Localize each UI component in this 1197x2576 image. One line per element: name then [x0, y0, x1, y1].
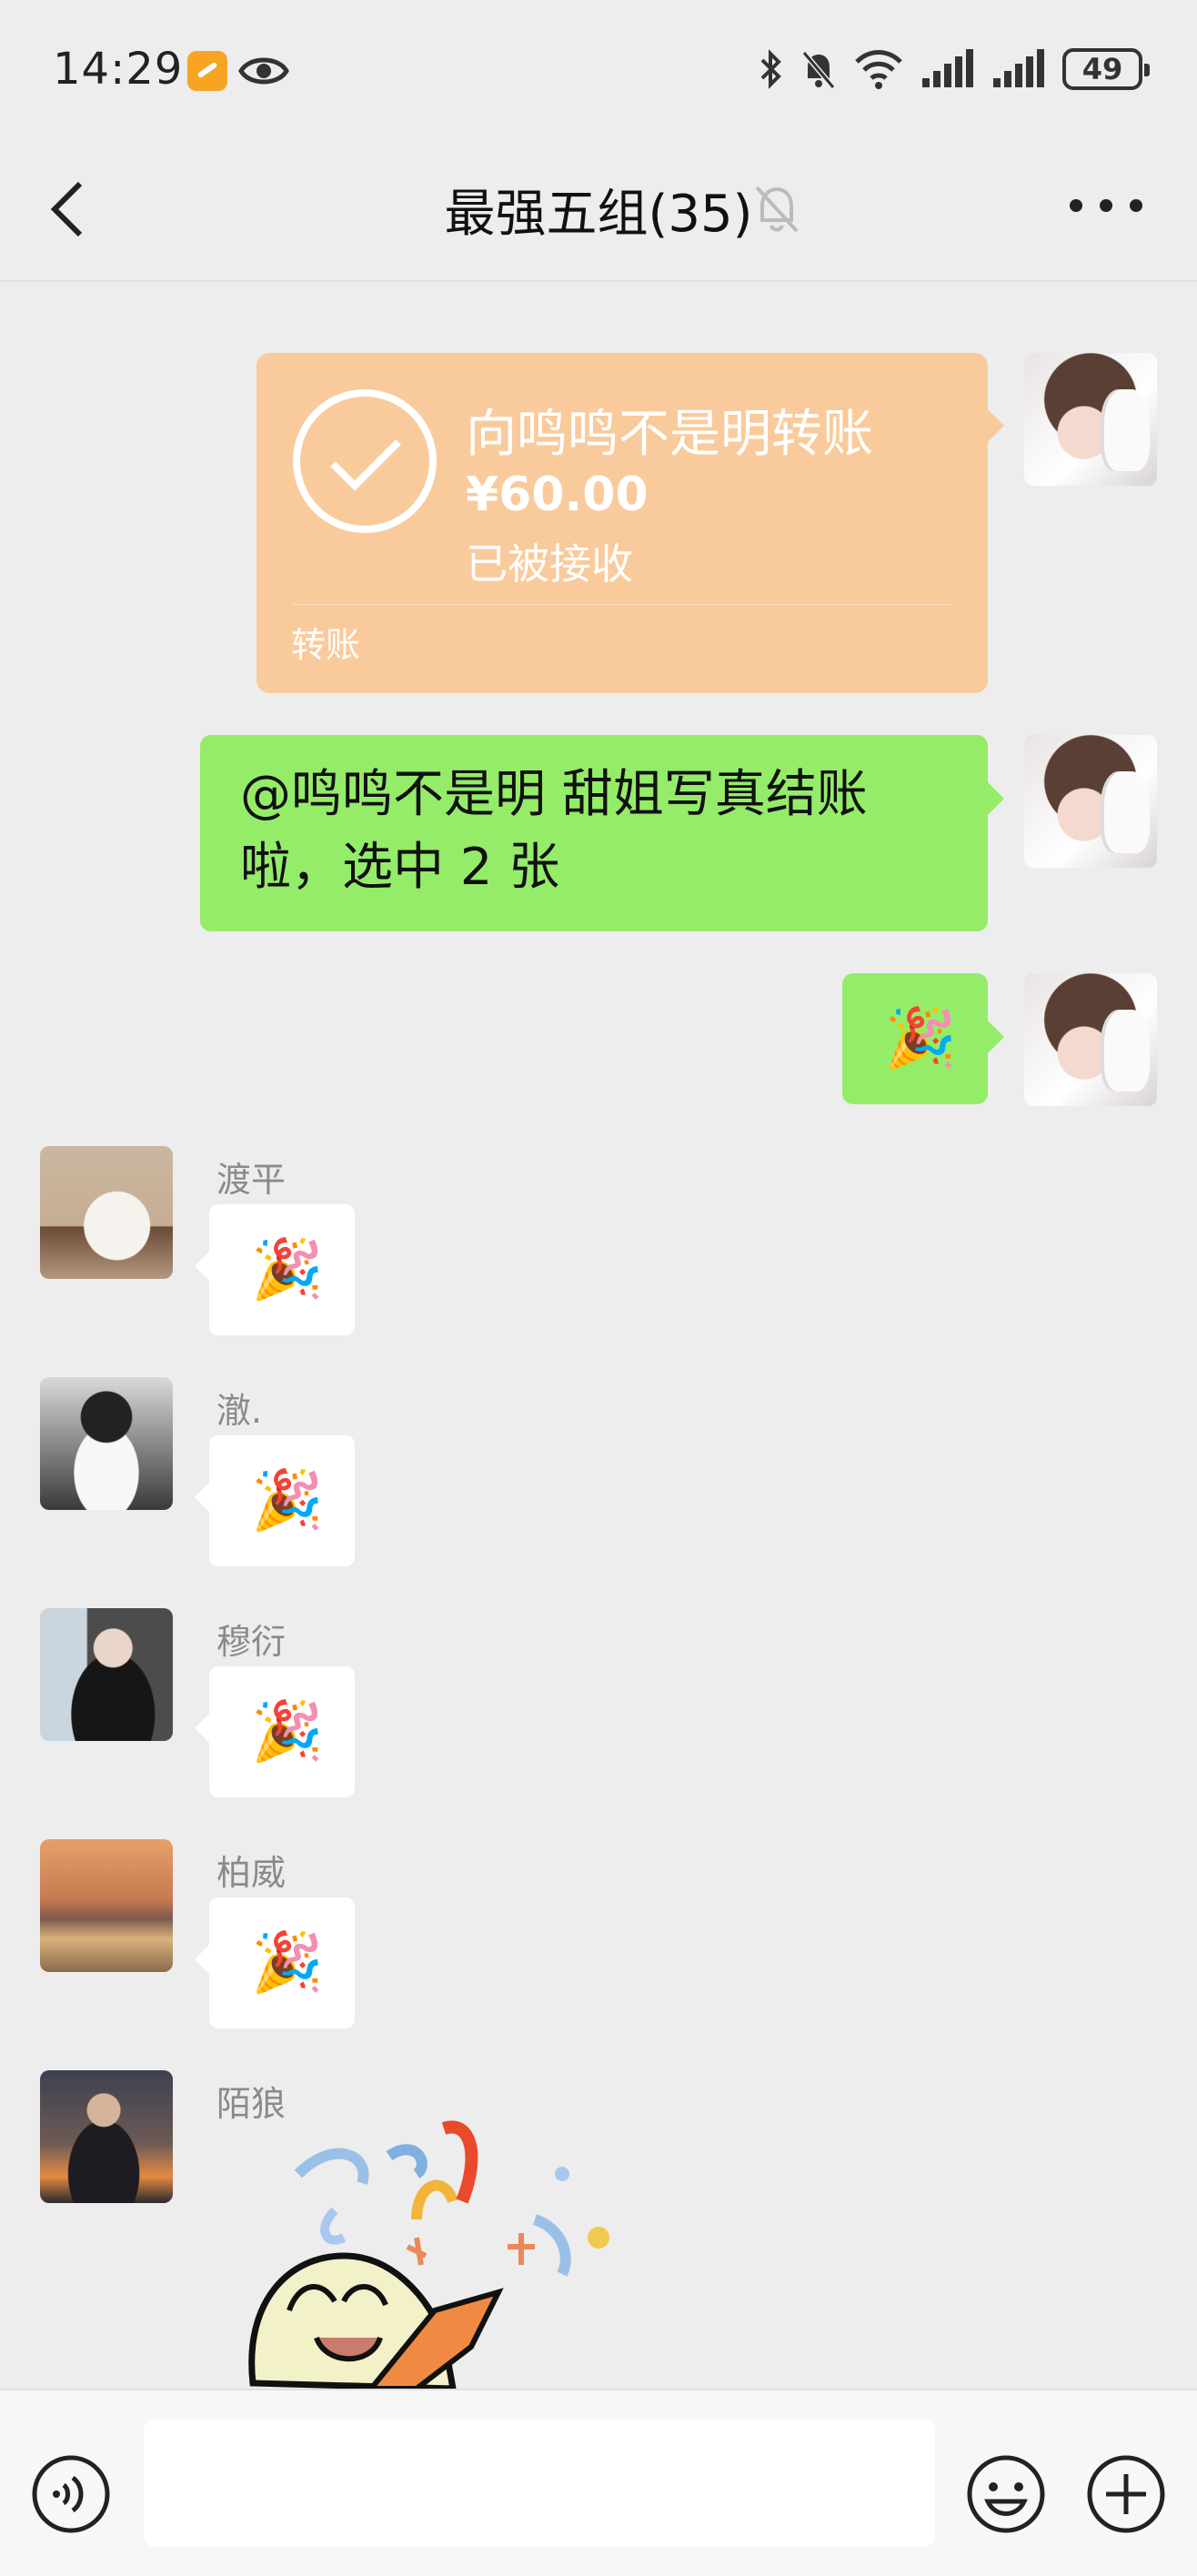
transfer-amount: ¥60.00 [466, 468, 649, 522]
status-icons: 49 [759, 45, 1150, 93]
muted-bell-icon [755, 186, 799, 233]
signal-icon [922, 49, 973, 87]
party-popper-icon: 🎉 [251, 1698, 324, 1766]
bluetooth-icon [760, 49, 781, 89]
my-avatar[interactable] [1024, 353, 1157, 486]
party-popper-icon: 🎉 [251, 1929, 324, 1997]
chat-header: 最强五组(35) [0, 136, 1197, 282]
member-emoji-bubble[interactable]: 🎉 [195, 1204, 355, 1335]
sender-name: 渡平 [216, 1160, 287, 1200]
transfer-title: 向鸣鸣不是明转账 [466, 405, 873, 464]
party-popper-icon: 🎉 [884, 1005, 957, 1072]
mute-bell-icon [801, 51, 836, 89]
wifi-icon [855, 50, 902, 89]
text-message-bubble[interactable]: @鸣鸣不是明 甜姐写真结账啦，选中 2 张 [200, 735, 1004, 931]
battery-level: 49 [1081, 52, 1123, 86]
member-avatar[interactable] [40, 1608, 173, 1741]
sender-name: 穆衍 [216, 1622, 287, 1662]
member-avatar[interactable] [40, 2070, 173, 2203]
status-bar: 14:29 49 [0, 0, 1197, 136]
party-popper-icon: 🎉 [251, 1467, 324, 1535]
my-emoji-bubble[interactable]: 🎉 [842, 973, 1004, 1104]
member-emoji-bubble[interactable]: 🎉 [195, 1897, 355, 2028]
check-circle-icon [293, 389, 437, 533]
transfer-status: 已被接收 [466, 539, 633, 589]
my-avatar[interactable] [1024, 735, 1157, 868]
member-emoji-bubble[interactable]: 🎉 [195, 1435, 355, 1566]
sender-name: 澈. [216, 1391, 263, 1431]
eye-icon [238, 57, 289, 85]
member-avatar[interactable] [40, 1377, 173, 1510]
transfer-divider [291, 604, 953, 605]
sender-name: 陌狼 [216, 2084, 287, 2124]
status-time: 14:29 [53, 44, 184, 95]
sender-name: 柏威 [216, 1853, 287, 1893]
member-avatar[interactable] [40, 1146, 173, 1279]
member-emoji-bubble[interactable]: 🎉 [195, 1666, 355, 1797]
party-popper-sticker[interactable] [235, 2119, 635, 2389]
member-avatar[interactable] [40, 1839, 173, 1972]
message-input[interactable] [144, 2420, 935, 2547]
more-dots-icon[interactable] [1070, 187, 1142, 224]
my-avatar[interactable] [1024, 973, 1157, 1106]
transfer-label: 转账 [291, 625, 361, 665]
plus-icon[interactable] [1084, 2452, 1168, 2536]
app-notification-icon [187, 51, 227, 91]
voice-icon[interactable] [29, 2452, 113, 2536]
transfer-card[interactable]: 向鸣鸣不是明转账 ¥60.00 已被接收 转账 [256, 353, 1004, 693]
emoji-icon[interactable] [964, 2452, 1048, 2536]
signal-icon [993, 49, 1044, 87]
party-popper-icon: 🎉 [251, 1236, 324, 1303]
text-message: @鸣鸣不是明 甜姐写真结账啦，选中 2 张 [240, 765, 868, 897]
input-bar [0, 2389, 1197, 2576]
chat-title[interactable]: 最强五组(35) [0, 173, 1197, 247]
battery-icon: 49 [1062, 48, 1150, 90]
